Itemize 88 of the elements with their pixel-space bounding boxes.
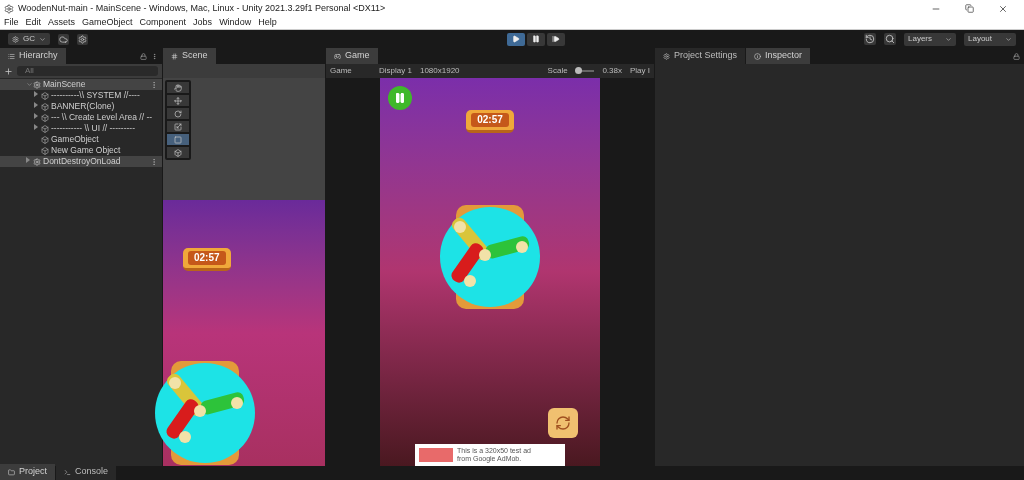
- move-tool-button[interactable]: [167, 95, 189, 106]
- move-icon: [174, 96, 182, 105]
- display-dropdown[interactable]: Display 1: [379, 65, 412, 77]
- more-icon[interactable]: [150, 80, 158, 89]
- hierarchy-item[interactable]: ----------\\ SYSTEM //----: [0, 90, 162, 101]
- gamepad-icon: [334, 52, 341, 60]
- hierarchy-item[interactable]: DontDestroyOnLoad: [0, 156, 162, 167]
- hierarchy-item[interactable]: MainScene: [0, 79, 162, 90]
- menu-item[interactable]: Jobs: [193, 16, 213, 30]
- panel-tab[interactable]: Hierarchy: [0, 48, 66, 64]
- search-field[interactable]: All: [17, 66, 158, 76]
- close-icon[interactable]: [998, 3, 1008, 14]
- scale-label: Scale: [547, 65, 568, 77]
- menu-item[interactable]: File: [4, 16, 19, 30]
- menu-item[interactable]: GameObject: [82, 16, 133, 30]
- slider-thumb[interactable]: [574, 67, 582, 74]
- scale-tool-button[interactable]: [167, 121, 189, 132]
- hierarchy-item[interactable]: New Game Object: [0, 145, 162, 156]
- cube-icon: [41, 146, 49, 155]
- menu-item[interactable]: Component: [139, 16, 187, 30]
- hierarchy-item[interactable]: --- \\ Create Level Area // --: [0, 112, 162, 123]
- panel-tab[interactable]: Project Settings: [655, 48, 746, 64]
- play-button[interactable]: [507, 32, 525, 46]
- app-icon: [4, 3, 14, 14]
- search-icon[interactable]: [884, 33, 896, 45]
- menu-item[interactable]: Assets: [48, 16, 76, 30]
- cube-icon: [41, 102, 49, 111]
- step-button[interactable]: [547, 32, 565, 46]
- hand-tool-button[interactable]: [167, 82, 189, 93]
- cube-icon: [41, 135, 49, 144]
- timer-badge: 02:57: [466, 110, 514, 133]
- rotate-tool-button[interactable]: [167, 108, 189, 119]
- cloud-icon[interactable]: [58, 33, 69, 45]
- info-icon: [754, 52, 762, 60]
- scale-value: 0.38x: [602, 65, 622, 77]
- hand-icon: [174, 83, 182, 92]
- caret-icon: [39, 35, 46, 43]
- menu-item[interactable]: Edit: [25, 16, 42, 30]
- rect-icon: [174, 135, 182, 144]
- play-icon: [512, 35, 520, 43]
- panel-tab[interactable]: Inspector: [746, 48, 811, 64]
- ad-image: [419, 448, 453, 462]
- pause-button[interactable]: [388, 86, 412, 110]
- timer-badge: 02:57: [183, 248, 231, 271]
- account-button[interactable]: GC: [8, 33, 50, 45]
- panel-tab[interactable]: Scene: [163, 48, 216, 64]
- cube-icon: [41, 91, 49, 100]
- panel-tab[interactable]: Project: [0, 464, 55, 480]
- resolution-dropdown[interactable]: 1080x1920: [419, 65, 540, 77]
- restart-button[interactable]: [548, 408, 578, 438]
- menu-item[interactable]: Help: [258, 16, 277, 30]
- folder-icon: [8, 468, 15, 476]
- gear-icon: [663, 52, 670, 60]
- restore-icon[interactable]: [965, 4, 974, 13]
- scale-slider[interactable]: [575, 67, 595, 75]
- caret-icon: [945, 35, 952, 43]
- view-dropdown[interactable]: Game: [330, 65, 372, 77]
- pause-icon: [394, 92, 406, 104]
- list-icon: [8, 52, 15, 60]
- hierarchy-item[interactable]: ----------- \\ UI // ---------: [0, 123, 162, 134]
- lock-icon[interactable]: [140, 52, 147, 60]
- hierarchy-item[interactable]: BANNER(Clone): [0, 101, 162, 112]
- grid-icon: [171, 52, 178, 60]
- more-icon[interactable]: [150, 157, 158, 166]
- refresh-icon: [555, 415, 571, 431]
- transform-tool-button[interactable]: [167, 147, 189, 158]
- layout-dropdown[interactable]: Layout: [964, 32, 1016, 46]
- services-icon[interactable]: [77, 33, 88, 45]
- panel-tab[interactable]: Game: [326, 48, 378, 64]
- play-mode-dropdown[interactable]: Play I: [630, 65, 650, 77]
- history-icon[interactable]: [864, 33, 876, 45]
- layers-dropdown[interactable]: Layers: [904, 32, 956, 46]
- cube-icon: [41, 113, 49, 122]
- panel-tab[interactable]: Console: [56, 464, 117, 480]
- cube-icon: [41, 124, 49, 133]
- pause-icon: [532, 35, 540, 43]
- terminal-icon: [64, 468, 71, 476]
- window-title: WoodenNut-main - MainScene - Windows, Mac, Linux - Unity 2021.3.29f1 Personal <DX11>: [18, 1, 386, 15]
- hierarchy-item[interactable]: GameObject: [0, 134, 162, 145]
- pause-button[interactable]: [527, 32, 545, 46]
- caret-icon: [1005, 35, 1012, 43]
- add-icon[interactable]: [4, 66, 13, 76]
- scale-icon: [174, 122, 182, 131]
- rotate-icon: [174, 109, 182, 118]
- step-icon: [552, 35, 560, 43]
- transform-icon: [174, 148, 182, 157]
- lock-icon[interactable]: [1013, 52, 1020, 60]
- menu-item[interactable]: Window: [219, 16, 252, 30]
